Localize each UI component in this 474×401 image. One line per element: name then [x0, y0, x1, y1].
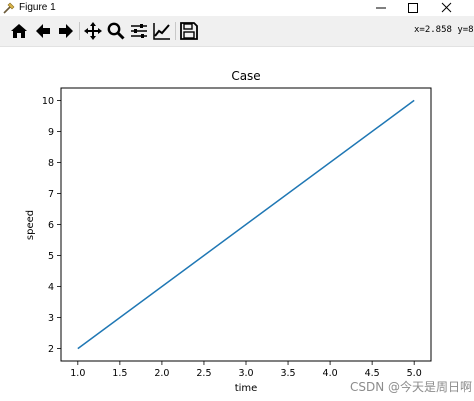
line-chart-icon: [153, 23, 170, 40]
y-tick-label: 8: [48, 158, 54, 169]
toolbar-separator: [175, 22, 176, 40]
minimize-icon: [376, 7, 386, 9]
figure-canvas[interactable]: Case time speed 1.0 1.5 2.0 2.5 3.0 3.5 4.0 4.5…: [0, 47, 474, 401]
x-tick-label: 2.0: [154, 368, 169, 379]
minimize-button[interactable]: [366, 0, 396, 16]
pan-button[interactable]: [83, 21, 103, 41]
sliders-icon: [131, 24, 147, 38]
watermark-text: CSDN @今天是周日啊: [349, 380, 472, 394]
y-tick-label: 7: [48, 189, 54, 200]
x-axis-label: time: [235, 383, 258, 394]
window-title: Figure 1: [19, 2, 56, 13]
zoom-button[interactable]: [106, 21, 126, 41]
y-tick-label: 6: [48, 220, 54, 231]
floppy-disk-icon: [180, 22, 198, 40]
matplotlib-app-icon: [3, 2, 15, 14]
x-tick-label: 2.5: [196, 368, 211, 379]
window-title-bar[interactable]: Figure 1: [0, 0, 474, 16]
back-button[interactable]: [33, 21, 53, 41]
chart-title: Case: [231, 69, 260, 83]
y-tick-label: 2: [48, 344, 54, 355]
move-icon: [84, 22, 102, 40]
y-tick-label: 4: [48, 282, 54, 293]
x-tick-label: 4.0: [323, 368, 338, 379]
y-axis-label: speed: [25, 210, 36, 240]
arrow-right-icon: [59, 24, 73, 38]
maximize-icon: [408, 3, 418, 13]
y-tick-label: 5: [48, 251, 54, 262]
y-axis-ticks: 2 3 4 5 6 7 8 9 10: [42, 96, 61, 355]
y-tick-label: 10: [42, 96, 54, 107]
y-tick-label: 9: [48, 127, 54, 138]
x-axis-ticks: 1.0 1.5 2.0 2.5 3.0 3.5 4.0 4.5 5.0: [70, 361, 422, 379]
home-icon: [11, 24, 27, 38]
save-button[interactable]: [179, 21, 199, 41]
navigation-toolbar: [0, 16, 474, 47]
toolbar-separator: [79, 22, 80, 40]
x-tick-label: 1.0: [70, 368, 85, 379]
x-tick-label: 3.0: [238, 368, 253, 379]
edit-axis-button[interactable]: [152, 21, 172, 41]
configure-subplots-button[interactable]: [129, 21, 149, 41]
home-button[interactable]: [9, 21, 29, 41]
close-icon: [441, 2, 452, 13]
close-button[interactable]: [432, 0, 462, 16]
cursor-coordinates: x=2.858 y=8.46: [414, 25, 474, 35]
maximize-button[interactable]: [398, 0, 428, 16]
forward-button[interactable]: [56, 21, 76, 41]
x-tick-label: 3.5: [280, 368, 295, 379]
x-tick-label: 1.5: [112, 368, 127, 379]
magnifier-icon: [107, 22, 125, 40]
arrow-left-icon: [36, 24, 50, 38]
y-tick-label: 3: [48, 313, 54, 324]
